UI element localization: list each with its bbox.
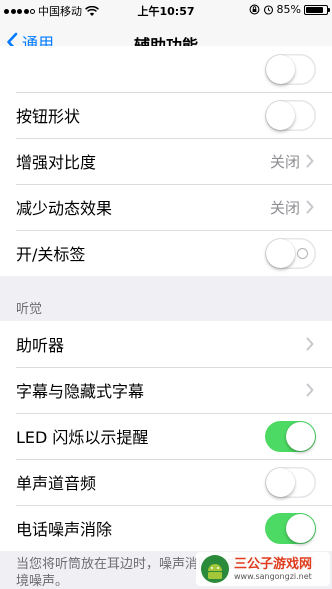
- row-subtitles-captioning[interactable]: 字幕与隐藏式字幕: [0, 367, 332, 413]
- section-header-hearing: 听觉: [16, 302, 43, 317]
- row-label: 减少动态效果: [16, 199, 113, 218]
- site-watermark: 三公子游戏网 www.sangongzi.net: [196, 552, 330, 586]
- row-on-off-labels[interactable]: 开/关标签: [0, 230, 332, 276]
- row-hearing-aids[interactable]: 助听器: [0, 321, 332, 367]
- chevron-right-icon: [306, 200, 314, 214]
- chevron-right-icon: [306, 154, 314, 168]
- status-right: 85%: [249, 3, 330, 16]
- row-label: 电话噪声消除: [16, 520, 113, 539]
- list-item-partial[interactable]: [0, 46, 332, 92]
- row-label: 单声道音频: [16, 474, 97, 493]
- led-flash-switch[interactable]: [265, 420, 316, 452]
- row-noise-cancellation[interactable]: 电话噪声消除: [0, 505, 332, 551]
- watermark-url: www.sangongzi.net: [234, 571, 312, 581]
- battery-fill: [306, 6, 323, 13]
- row-label: 增强对比度: [16, 153, 97, 172]
- carrier-name: 中国移动: [38, 5, 82, 18]
- noise-cancellation-switch[interactable]: [265, 512, 316, 544]
- on-off-labels-switch[interactable]: [265, 237, 316, 269]
- battery-percent: 85%: [276, 3, 301, 16]
- chevron-right-icon: [306, 383, 314, 397]
- alarm-icon: [263, 5, 273, 15]
- partial-toggle-switch[interactable]: [265, 53, 316, 85]
- row-mono-audio[interactable]: 单声道音频: [0, 459, 332, 505]
- row-label: 字幕与隐藏式字幕: [16, 382, 145, 401]
- row-label: 开/关标签: [16, 245, 86, 264]
- row-increase-contrast[interactable]: 增强对比度 关闭: [0, 138, 332, 184]
- off-circle-icon: [297, 247, 308, 259]
- row-label: 按钮形状: [16, 107, 81, 126]
- row-label: 助听器: [16, 336, 65, 355]
- watermark-text: 三公子游戏网 www.sangongzi.net: [234, 557, 312, 582]
- row-reduce-motion[interactable]: 减少动态效果 关闭: [0, 184, 332, 230]
- settings-group-vision: 按钮形状 增强对比度 关闭 减少动态效果 关闭 开/关标签: [0, 46, 332, 276]
- mono-audio-switch[interactable]: [265, 466, 316, 498]
- chevron-right-icon: [306, 337, 314, 351]
- row-label: LED 闪烁以示提醒: [16, 428, 149, 447]
- android-logo-icon: [201, 555, 229, 583]
- settings-group-hearing: 助听器 字幕与隐藏式字幕 LED 闪烁以示提醒 单声道音频 电话噪声消除: [0, 321, 332, 551]
- status-bar: 中国移动 上午10:57 85%: [0, 0, 332, 20]
- row-value: 关闭: [269, 198, 300, 217]
- wifi-icon: [85, 5, 99, 16]
- status-left: 中国移动: [4, 3, 99, 19]
- signal-strength-icon: [4, 8, 35, 14]
- row-led-flash[interactable]: LED 闪烁以示提醒: [0, 413, 332, 459]
- rotation-lock-icon: [249, 4, 259, 15]
- battery-icon: [304, 4, 330, 15]
- watermark-title: 三公子游戏网: [234, 556, 313, 572]
- button-shapes-switch[interactable]: [265, 99, 316, 131]
- row-button-shapes[interactable]: 按钮形状: [0, 92, 332, 138]
- row-value: 关闭: [269, 152, 300, 171]
